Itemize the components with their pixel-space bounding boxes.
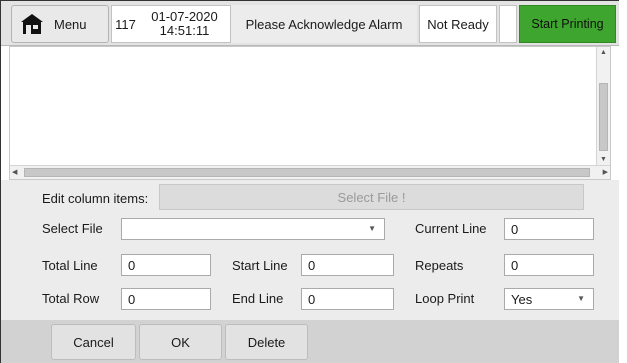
form-area: Edit column items: Select File ! Select … [1, 180, 619, 320]
scroll-up-icon[interactable]: ▲ [600, 49, 607, 56]
start-line-label: Start Line [232, 258, 288, 273]
alarm-message[interactable]: Please Acknowledge Alarm [231, 5, 417, 43]
counter-display: 117 [111, 5, 139, 43]
cancel-button[interactable]: Cancel [51, 324, 136, 360]
date-text: 01-07-2020 [151, 9, 218, 24]
select-file-dropdown[interactable]: ▼ [121, 218, 385, 240]
select-file-label: Select File [42, 221, 103, 236]
bottom-button-bar: Cancel OK Delete [1, 320, 619, 363]
total-row-input[interactable]: 0 [121, 288, 211, 310]
ok-button[interactable]: OK [139, 324, 222, 360]
chevron-down-icon: ▼ [577, 294, 585, 303]
vertical-scroll-thumb[interactable] [599, 83, 608, 151]
scroll-right-icon[interactable]: ▶ [603, 168, 608, 176]
total-line-input[interactable]: 0 [121, 254, 211, 276]
top-bar: Menu 117 01-07-2020 14:51:11 Please Ackn… [1, 0, 619, 46]
scroll-left-icon[interactable]: ◀ [12, 168, 17, 176]
menu-label: Menu [54, 16, 87, 32]
repeats-input[interactable]: 0 [504, 254, 594, 276]
horizontal-scroll-thumb[interactable] [24, 168, 590, 177]
end-line-label: End Line [232, 291, 284, 306]
vertical-scrollbar[interactable]: ▲ ▼ [596, 47, 610, 165]
menu-button[interactable]: Menu [11, 5, 109, 43]
start-line-input[interactable]: 0 [301, 254, 394, 276]
indicator-box [499, 5, 517, 43]
status-indicator: Not Ready [419, 5, 497, 43]
edit-column-field[interactable]: Select File ! [159, 184, 584, 210]
end-line-input[interactable]: 0 [301, 288, 394, 310]
edit-column-label: Edit column items: [42, 191, 149, 206]
start-printing-button[interactable]: Start Printing [519, 5, 616, 43]
total-row-label: Total Row [42, 291, 100, 306]
delete-button[interactable]: Delete [225, 324, 308, 360]
current-line-label: Current Line [415, 221, 487, 236]
horizontal-scrollbar[interactable]: ◀ ▶ [10, 165, 610, 179]
loop-print-dropdown[interactable]: Yes ▼ [504, 288, 594, 310]
total-line-label: Total Line [42, 258, 98, 273]
time-text: 14:51:11 [159, 23, 210, 38]
loop-print-value: Yes [511, 291, 533, 307]
loop-print-label: Loop Print [415, 291, 475, 306]
home-icon [21, 14, 43, 34]
scroll-down-icon[interactable]: ▼ [600, 156, 607, 163]
datetime-display: 01-07-2020 14:51:11 [139, 5, 231, 43]
chevron-down-icon: ▼ [368, 224, 376, 233]
repeats-label: Repeats [415, 258, 464, 273]
current-line-input[interactable]: 0 [504, 218, 594, 240]
content-list[interactable]: ▲ ▼ ◀ ▶ [9, 46, 611, 180]
window-frame: Menu 117 01-07-2020 14:51:11 Please Ackn… [0, 0, 619, 363]
